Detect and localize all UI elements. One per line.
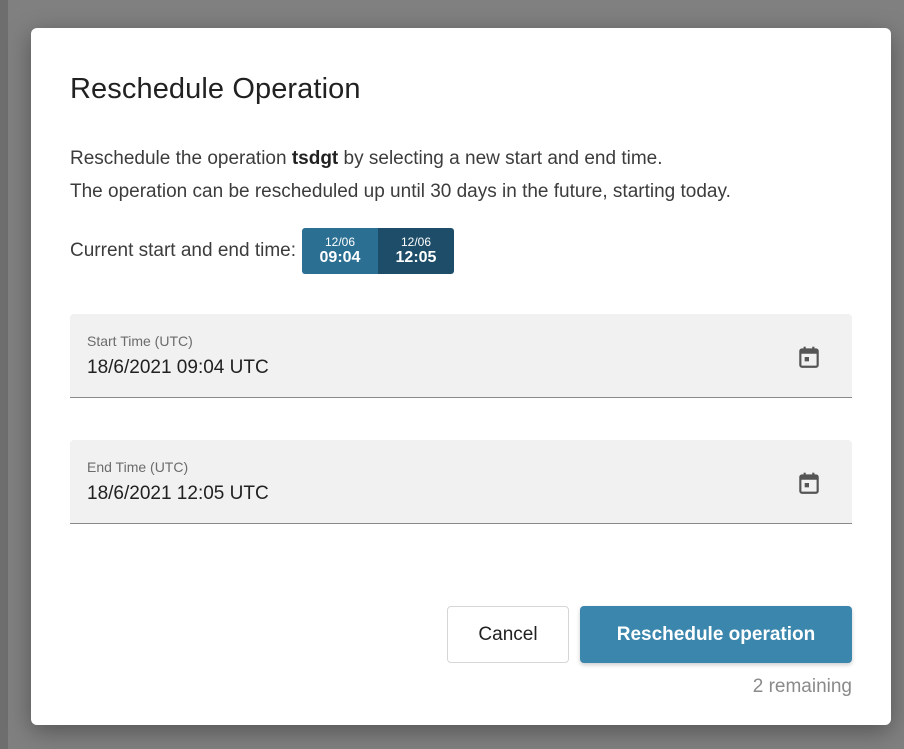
dialog-description: Reschedule the operation tsdgt by select… — [70, 148, 663, 170]
end-time-field[interactable]: End Time (UTC) — [70, 440, 852, 524]
cancel-button[interactable]: Cancel — [447, 606, 569, 663]
calendar-icon[interactable] — [796, 344, 822, 370]
operation-name: tsdgt — [291, 148, 339, 169]
start-time-label: Start Time (UTC) — [87, 333, 193, 349]
reschedule-operation-button[interactable]: Reschedule operation — [580, 606, 852, 663]
current-time-badge: 12/06 09:04 12/06 12:05 — [302, 228, 454, 274]
dialog-title: Reschedule Operation — [70, 73, 361, 105]
start-time-input[interactable] — [87, 357, 687, 379]
current-start-date: 12/06 — [324, 234, 356, 249]
remaining-count: 2 remaining — [752, 676, 852, 697]
current-time-label: Current start and end time: — [70, 240, 296, 261]
current-start-time: 09:04 — [319, 248, 361, 266]
end-time-input[interactable] — [87, 483, 687, 505]
calendar-icon[interactable] — [796, 470, 822, 496]
start-time-field[interactable]: Start Time (UTC) — [70, 314, 852, 398]
current-end-time: 12:05 — [395, 248, 437, 266]
dialog-description-line2: The operation can be rescheduled up unti… — [70, 181, 731, 202]
reschedule-dialog: Reschedule Operation Reschedule the oper… — [31, 28, 891, 725]
end-time-label: End Time (UTC) — [87, 459, 189, 475]
description-prefix: Reschedule the operation — [70, 148, 292, 169]
backdrop-edge — [0, 0, 8, 749]
description-suffix: by selecting a new start and end time. — [338, 148, 663, 169]
current-time-row: Current start and end time: 12/06 09:04 … — [70, 227, 454, 275]
current-end-date: 12/06 — [400, 234, 432, 249]
current-end-segment: 12/06 12:05 — [378, 228, 454, 274]
current-start-segment: 12/06 09:04 — [302, 228, 378, 274]
